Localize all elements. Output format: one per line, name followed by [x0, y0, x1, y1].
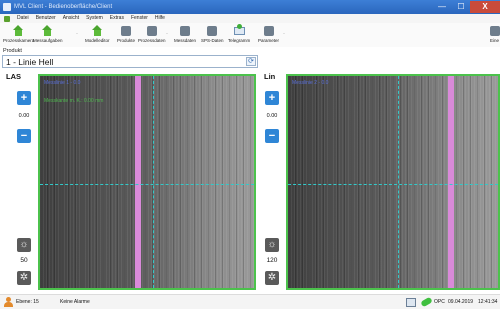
tool-prozessdaten[interactable]: Prozessdaten [138, 24, 166, 44]
tool-sps-daten[interactable]: SPS-Daten [201, 24, 224, 44]
network-icon [406, 298, 416, 307]
tool-label: Eine [489, 38, 499, 43]
product-select[interactable]: 1 - Linie Hell ⟳ [2, 55, 258, 68]
opc-label: OPC [434, 299, 445, 305]
toolbar-separator: · [76, 31, 78, 37]
menu-benutzer[interactable]: Benutzer [36, 14, 56, 23]
tool-label: Prozessdaten [138, 38, 166, 43]
refresh-icon[interactable]: ⟳ [246, 57, 256, 66]
gear-icon [146, 25, 157, 36]
tool-produkte[interactable]: Produkte [117, 24, 135, 44]
tool-label: Messaufgaben [33, 38, 63, 43]
menu-extras[interactable]: Extras [110, 14, 124, 23]
user-level: Ebene: 15 [16, 299, 39, 305]
guide-line-vertical [398, 76, 399, 288]
tool-label: Prozesskamera [3, 38, 35, 43]
window-title: MVL Client - Bedienoberfläche/Client [14, 4, 113, 10]
offset-increase-button[interactable]: + [17, 91, 31, 105]
product-label: Produkt [3, 48, 22, 54]
overlay-measure-line: Messlinie 2 - 0.0 [292, 80, 329, 86]
overlay-measure-edge: Messkante m. K.: 0.00 mm [44, 98, 104, 104]
maximize-button[interactable]: ☐ [452, 1, 470, 13]
brightness-down-button[interactable]: ✲ [265, 271, 279, 285]
gear-icon [263, 25, 274, 36]
offset-value: 0.00 [18, 113, 30, 119]
house-icon [13, 25, 24, 36]
toolbar-separator: · [166, 31, 168, 37]
tool-eine[interactable]: Eine [488, 24, 500, 44]
guide-line-horizontal [288, 184, 498, 185]
menu-hilfe[interactable]: Hilfe [155, 14, 165, 23]
product-value: 1 - Linie Hell [6, 57, 54, 67]
tool-label: Parameter [258, 38, 280, 43]
tool-messaufgaben[interactable]: Messaufgaben [33, 24, 63, 44]
offset-decrease-button[interactable]: − [17, 129, 31, 143]
app-menu-icon[interactable] [4, 15, 10, 22]
toolbar: Prozesskamera Messaufgaben · Modelledito… [0, 23, 500, 47]
tool-prozesskamera[interactable]: Prozesskamera [3, 24, 34, 44]
menu-system[interactable]: System [86, 14, 103, 23]
gear-icon [121, 25, 131, 36]
status-bar: Ebene: 15 Keine Alarme OPC 09.04.2019 12… [0, 294, 500, 309]
menu-ansicht[interactable]: Ansicht [63, 14, 79, 23]
edge-marker [448, 76, 454, 288]
camera-name-lin: Lin [264, 72, 276, 81]
menu-fenster[interactable]: Fenster [131, 14, 148, 23]
alarm-status: Keine Alarme [60, 299, 90, 305]
opc-status-icon [420, 296, 433, 308]
overlay-measure-line: Messlinie 1 - 0.0 [44, 80, 81, 86]
house-icon [42, 25, 53, 36]
tool-label: Produkte [117, 38, 136, 43]
app-icon [3, 3, 11, 11]
title-bar: MVL Client - Bedienoberfläche/Client — ☐… [0, 0, 500, 14]
menu-datei[interactable]: Datei [17, 14, 29, 23]
status-time: 12:41:34 [478, 299, 498, 305]
guide-line-vertical [153, 76, 154, 288]
offset-increase-button[interactable]: + [265, 91, 279, 105]
tool-messdaten[interactable]: Messdaten [174, 24, 196, 44]
brightness-value: 50 [20, 257, 28, 264]
envelope-icon [233, 23, 245, 35]
tool-modelleditor[interactable]: Modelleditor [85, 24, 110, 44]
camera-image [288, 76, 498, 288]
brightness-up-button[interactable]: ☼ [265, 238, 279, 252]
user-icon [4, 297, 13, 307]
status-date: 09.04.2019 [448, 299, 474, 305]
menu-bar: Datei Benutzer Ansicht System Extras Fen… [0, 14, 500, 23]
camera-view-lin[interactable]: Messlinie 2 - 0.0 [286, 74, 500, 290]
camera-view-las[interactable]: Messlinie 1 - 0.0 Messkante m. K.: 0.00 … [38, 74, 256, 290]
brightness-up-button[interactable]: ☼ [17, 238, 31, 252]
tool-label: Modelleditor [85, 38, 110, 43]
tool-label: Telegramm [228, 38, 251, 43]
camera-name-las: LAS [6, 72, 21, 81]
toolbar-separator: · [283, 31, 285, 37]
tool-telegramm[interactable]: Telegramm [228, 23, 251, 44]
guide-line-horizontal [40, 184, 254, 185]
gear-icon [207, 25, 218, 36]
tool-parameter[interactable]: Parameter [258, 24, 279, 44]
house-icon [91, 25, 103, 36]
offset-decrease-button[interactable]: − [265, 129, 279, 143]
camera-image [40, 76, 254, 288]
minimize-button[interactable]: — [432, 1, 452, 13]
brightness-value: 120 [266, 257, 278, 264]
close-button[interactable]: X [470, 1, 500, 13]
offset-value: 0.00 [266, 113, 278, 119]
gear-icon [180, 25, 190, 36]
tool-label: SPS-Daten [201, 38, 224, 43]
edge-marker [135, 76, 141, 288]
brightness-down-button[interactable]: ✲ [17, 271, 31, 285]
tool-label: Messdaten [174, 38, 197, 43]
gear-icon [489, 25, 500, 36]
